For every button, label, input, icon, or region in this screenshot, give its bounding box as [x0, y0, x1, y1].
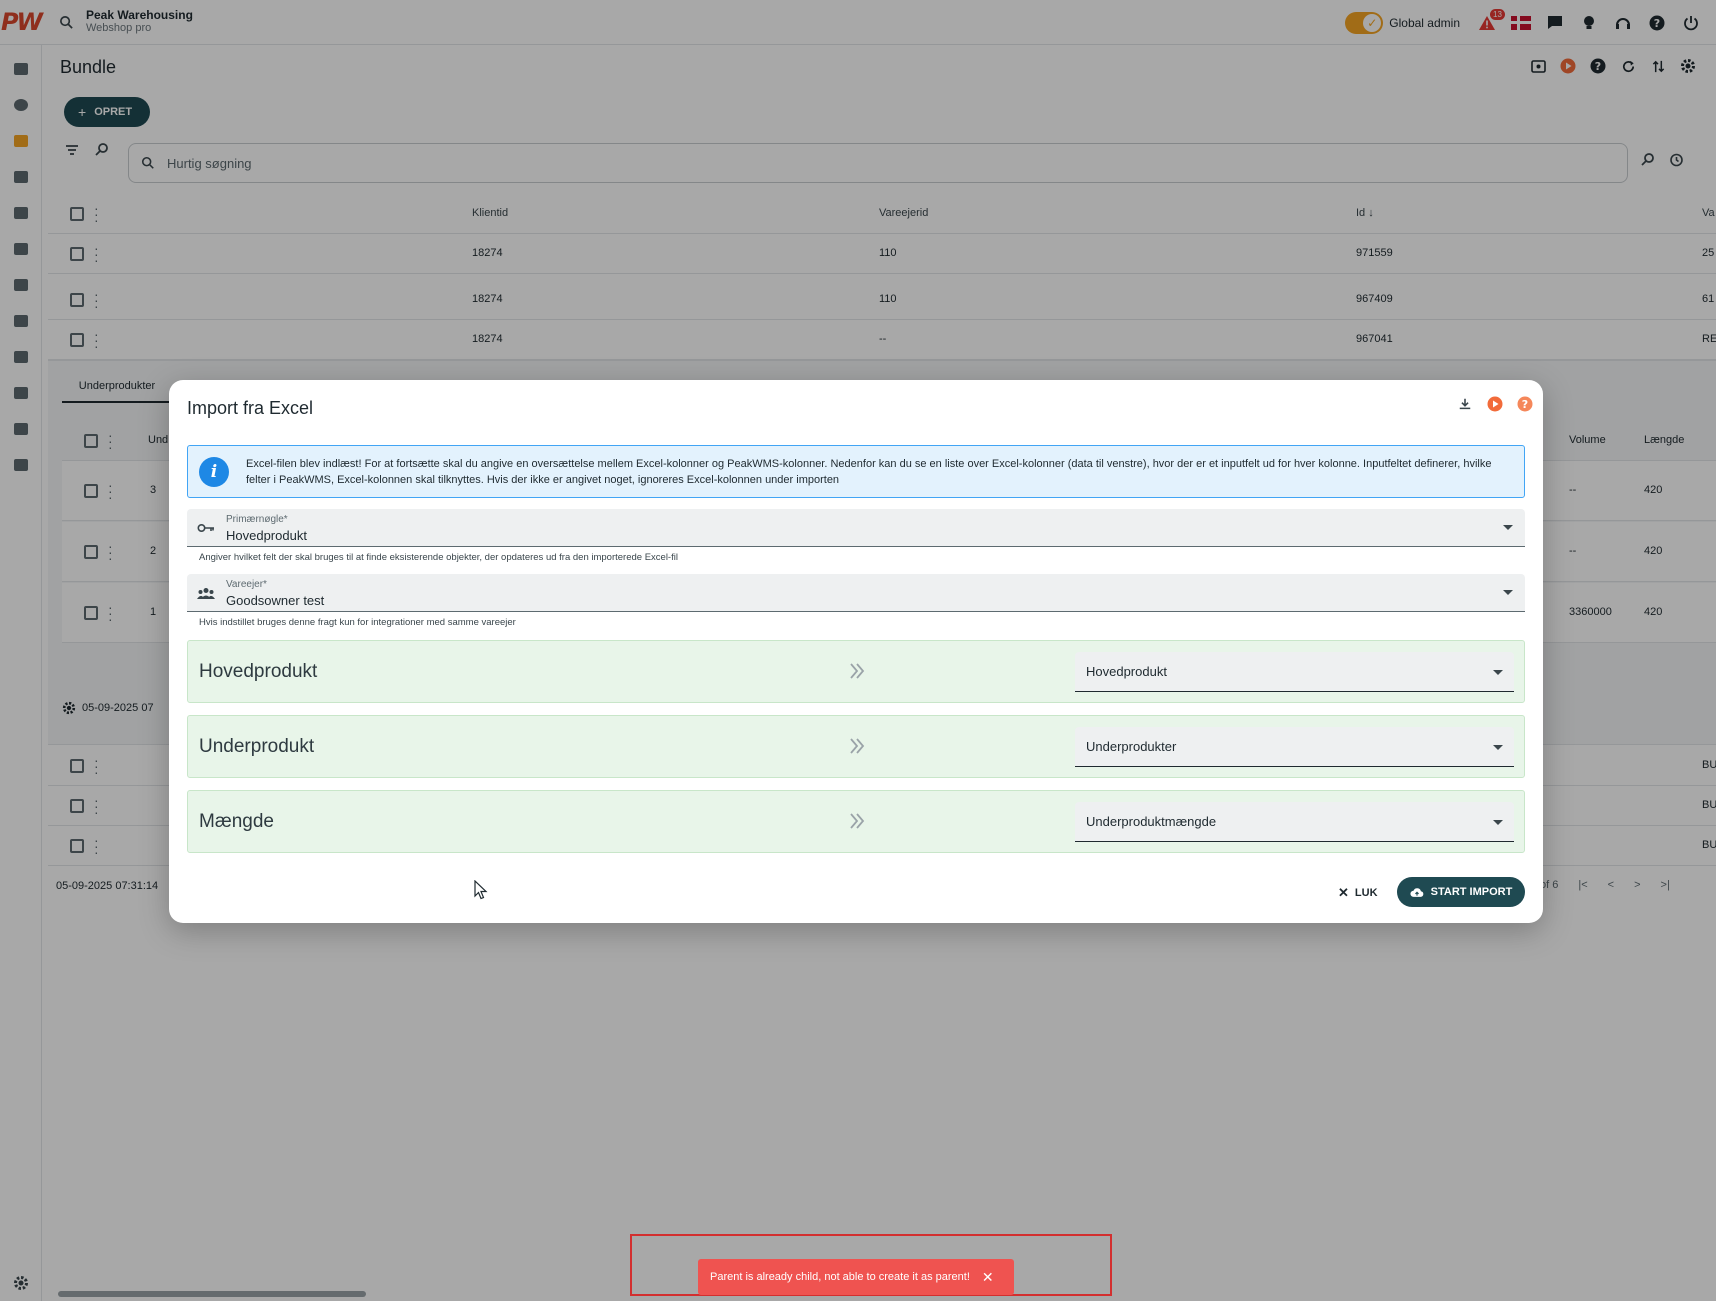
double-chevron-right-icon — [844, 733, 870, 759]
chevron-down-icon — [1493, 745, 1503, 750]
target-field-value: Underprodukter — [1086, 739, 1177, 754]
start-import-label: START IMPORT — [1430, 886, 1513, 898]
chevron-down-icon — [1493, 820, 1503, 825]
start-import-button[interactable]: START IMPORT — [1397, 877, 1525, 907]
mouse-cursor-icon — [474, 879, 488, 903]
target-field-select[interactable]: Underprodukter — [1075, 727, 1514, 767]
owner-hint: Hvis indstillet bruges denne fragt kun f… — [199, 617, 516, 628]
mapping-row: Hovedprodukt Hovedprodukt — [187, 640, 1525, 703]
target-field-value: Hovedprodukt — [1086, 664, 1167, 679]
info-text: Excel-filen blev indlæst! For at fortsæt… — [246, 457, 1492, 486]
target-field-value: Underproduktmængde — [1086, 814, 1217, 829]
info-icon: i — [199, 457, 229, 487]
dialog-title: Import fra Excel — [187, 398, 314, 418]
snackbar-message: Parent is already child, not able to cre… — [710, 1271, 970, 1283]
owner-label: Vareejer* — [226, 579, 267, 590]
mapping-row: Mængde Underproduktmængde — [187, 790, 1525, 853]
video-icon[interactable] — [1487, 396, 1503, 412]
double-chevron-right-icon — [844, 808, 870, 834]
people-icon — [196, 586, 216, 600]
mapping-row: Underprodukt Underprodukter — [187, 715, 1525, 778]
excel-column-name: Underprodukt — [199, 736, 315, 757]
error-snackbar: Parent is already child, not able to cre… — [698, 1259, 1014, 1295]
primary-key-value: Hovedprodukt — [226, 528, 307, 543]
close-icon[interactable]: ✕ — [982, 1269, 994, 1286]
help-icon[interactable]: ? — [1517, 396, 1533, 412]
svg-text:?: ? — [1522, 398, 1528, 411]
key-icon — [196, 521, 216, 535]
owner-value: Goodsowner test — [226, 593, 325, 608]
info-alert: i Excel-filen blev indlæst! For at forts… — [187, 445, 1525, 498]
close-label: LUK — [1354, 887, 1378, 899]
excel-column-name: Mængde — [199, 811, 274, 832]
primary-key-label: Primærnøgle* — [226, 514, 288, 525]
import-dialog: Import fra Excel ? i Excel-filen blev in… — [169, 380, 1543, 923]
target-field-select[interactable]: Hovedprodukt — [1075, 652, 1514, 692]
target-field-select[interactable]: Underproduktmængde — [1075, 802, 1514, 842]
primary-key-hint: Angiver hvilket felt der skal bruges til… — [199, 552, 678, 563]
excel-column-name: Hovedprodukt — [199, 661, 318, 682]
cloud-upload-icon — [1410, 887, 1423, 897]
chevron-down-icon — [1503, 590, 1513, 595]
primary-key-select[interactable]: Primærnøgle* Hovedprodukt — [187, 509, 1525, 547]
owner-select[interactable]: Vareejer* Goodsowner test — [187, 574, 1525, 612]
chevron-down-icon — [1503, 525, 1513, 530]
close-button[interactable]: ✕ LUK — [1332, 878, 1384, 908]
chevron-down-icon — [1493, 670, 1503, 675]
download-icon[interactable] — [1457, 396, 1473, 412]
close-icon: ✕ — [1338, 885, 1349, 900]
double-chevron-right-icon — [844, 658, 870, 684]
